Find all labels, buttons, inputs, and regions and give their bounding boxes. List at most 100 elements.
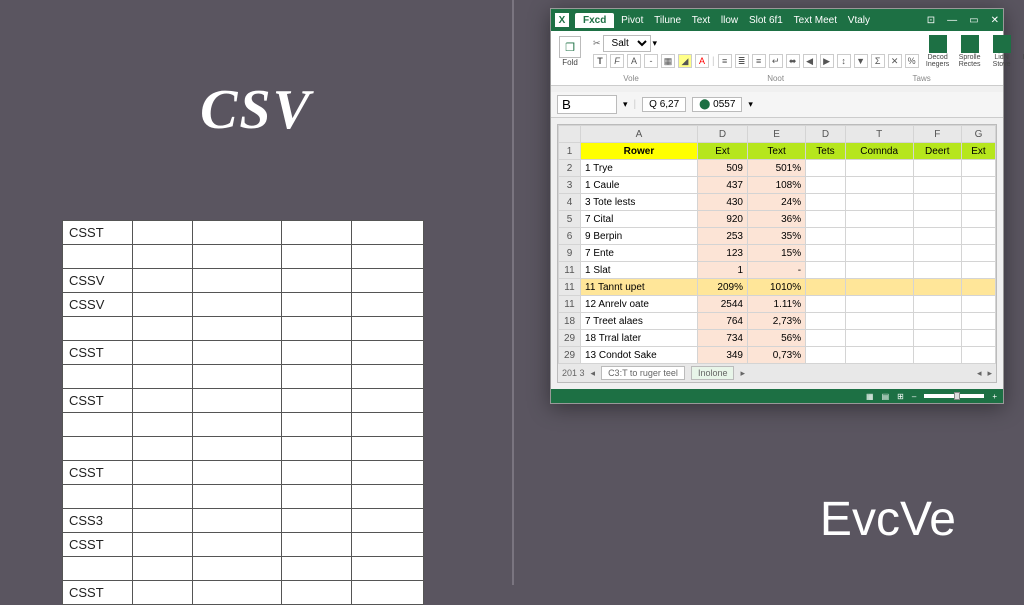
row-header[interactable]: 1 <box>559 143 581 160</box>
row-header[interactable]: 11 <box>559 262 581 279</box>
font-selector[interactable]: Salt <box>603 35 651 52</box>
sheet-cell[interactable]: 509 <box>697 160 747 177</box>
sheet-cell[interactable] <box>845 177 913 194</box>
sheet-cell[interactable]: 209% <box>697 279 747 296</box>
sheet-cell[interactable] <box>961 177 995 194</box>
zoom-in-button[interactable]: + <box>992 392 997 401</box>
sheet-cell[interactable] <box>845 211 913 228</box>
row-header[interactable]: 11 <box>559 279 581 296</box>
column-header[interactable]: E <box>748 126 806 143</box>
ribbon-big-button[interactable]: Decod Inegers <box>923 35 953 68</box>
sheet-tab[interactable]: C3:T to ruger teel <box>601 366 685 380</box>
sheet-cell[interactable]: 12 Anrelv oate <box>581 296 698 313</box>
column-header[interactable]: G <box>961 126 995 143</box>
sheet-cell[interactable]: 13 Condot Sake <box>581 347 698 364</box>
sheet-cell[interactable] <box>806 296 846 313</box>
sheet-cell[interactable] <box>961 194 995 211</box>
clear-button[interactable]: ✕ <box>888 54 902 68</box>
sheet-cell[interactable]: 24% <box>748 194 806 211</box>
row-header[interactable]: 11 <box>559 296 581 313</box>
sheet-cell[interactable] <box>845 347 913 364</box>
sheet-cell[interactable] <box>913 313 961 330</box>
indent-dec-button[interactable]: ◀ <box>803 54 817 68</box>
header-cell[interactable]: Ext <box>697 143 747 160</box>
sheet-cell[interactable] <box>845 194 913 211</box>
sheet-cell[interactable] <box>806 347 846 364</box>
sheet-cell[interactable] <box>806 279 846 296</box>
fill-button[interactable]: ◢ <box>678 54 692 68</box>
sheet-cell[interactable]: 764 <box>697 313 747 330</box>
sheet-cell[interactable] <box>845 245 913 262</box>
sheet-cell[interactable] <box>961 245 995 262</box>
sheet-cell[interactable]: 108% <box>748 177 806 194</box>
align-center-button[interactable]: ≣ <box>735 54 749 68</box>
sheet-cell[interactable]: 35% <box>748 228 806 245</box>
row-header[interactable]: 2 <box>559 160 581 177</box>
name-box[interactable] <box>557 95 617 114</box>
file-button[interactable]: ❐ Fold <box>559 36 581 68</box>
sheet-cell[interactable]: 1 Caule <box>581 177 698 194</box>
ribbon-tab[interactable]: Vtaly <box>844 13 874 28</box>
header-cell[interactable]: Tets <box>806 143 846 160</box>
sheet-cell[interactable]: 2544 <box>697 296 747 313</box>
sheet-cell[interactable]: 11 Tannt upet <box>581 279 698 296</box>
dropdown-icon[interactable]: ▾ <box>748 99 753 110</box>
nav-next-icon[interactable]: ▸ <box>740 368 745 379</box>
sheet-cell[interactable] <box>913 177 961 194</box>
sheet-cell[interactable] <box>913 211 961 228</box>
row-header[interactable]: 4 <box>559 194 581 211</box>
percent-button[interactable]: % <box>905 54 919 68</box>
sheet-cell[interactable]: 920 <box>697 211 747 228</box>
sheet-cell[interactable] <box>845 228 913 245</box>
sheet-cell[interactable] <box>961 279 995 296</box>
sheet-cell[interactable]: 56% <box>748 330 806 347</box>
merge-button[interactable]: ⬌ <box>786 54 800 68</box>
row-header[interactable]: 3 <box>559 177 581 194</box>
sum-button[interactable]: Σ <box>871 54 885 68</box>
sheet-cell[interactable] <box>806 330 846 347</box>
sheet-cell[interactable]: 734 <box>697 330 747 347</box>
bold-button[interactable]: T <box>593 54 607 68</box>
header-cell[interactable]: Rower <box>581 143 698 160</box>
sheet-cell[interactable] <box>806 177 846 194</box>
sheet-cell[interactable]: 437 <box>697 177 747 194</box>
sheet-cell[interactable] <box>845 313 913 330</box>
sheet-cell[interactable]: 3 Tote lests <box>581 194 698 211</box>
sheet-cell[interactable] <box>913 279 961 296</box>
sheet-cell[interactable]: 0,73% <box>748 347 806 364</box>
row-header[interactable]: 29 <box>559 330 581 347</box>
sheet-cell[interactable] <box>845 279 913 296</box>
scroll-left-icon[interactable]: ◂ <box>977 368 982 379</box>
sheet-cell[interactable] <box>806 228 846 245</box>
view-layout-icon[interactable]: ▤ <box>882 392 890 401</box>
sheet-cell[interactable]: 7 Treet alaes <box>581 313 698 330</box>
row-header[interactable]: 29 <box>559 347 581 364</box>
sheet-cell[interactable] <box>913 347 961 364</box>
sheet-cell[interactable]: 501% <box>748 160 806 177</box>
sheet-cell[interactable] <box>806 262 846 279</box>
sheet-cell[interactable] <box>806 313 846 330</box>
view-normal-icon[interactable]: ▦ <box>866 392 874 401</box>
row-header[interactable]: 18 <box>559 313 581 330</box>
scroll-right-icon[interactable]: ▸ <box>987 368 992 379</box>
row-header[interactable]: 5 <box>559 211 581 228</box>
sheet-cell[interactable] <box>961 347 995 364</box>
header-cell[interactable]: Ext <box>961 143 995 160</box>
underline-button[interactable]: A <box>627 54 641 68</box>
row-header[interactable]: 6 <box>559 228 581 245</box>
sheet-tab[interactable]: Inolone <box>691 366 735 380</box>
sheet-cell[interactable] <box>913 228 961 245</box>
sheet-cell[interactable]: 1 Slat <box>581 262 698 279</box>
sheet-cell[interactable] <box>806 211 846 228</box>
minimize-button[interactable]: — <box>947 15 957 26</box>
sheet-cell[interactable]: 123 <box>697 245 747 262</box>
sheet-cell[interactable]: 36% <box>748 211 806 228</box>
header-cell[interactable]: Text <box>748 143 806 160</box>
sheet-cell[interactable] <box>845 262 913 279</box>
align-right-button[interactable]: ≡ <box>752 54 766 68</box>
column-header[interactable]: F <box>913 126 961 143</box>
sheet-cell[interactable] <box>845 296 913 313</box>
sheet-cell[interactable]: 430 <box>697 194 747 211</box>
sheet-cell[interactable] <box>913 296 961 313</box>
sheet-cell[interactable] <box>961 262 995 279</box>
